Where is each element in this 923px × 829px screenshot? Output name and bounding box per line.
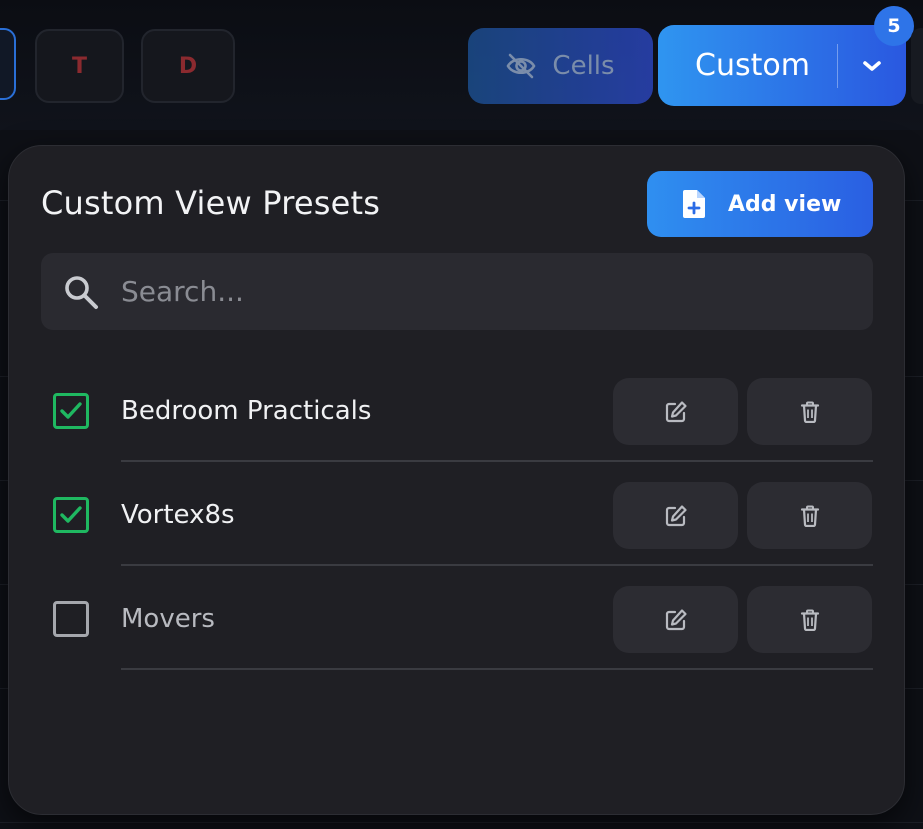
toolbar-d-label: D	[178, 53, 198, 79]
eye-off-icon	[506, 53, 536, 79]
row-divider	[121, 460, 873, 462]
preset-label: Bedroom Practicals	[121, 396, 372, 426]
chevron-down-icon[interactable]	[838, 59, 906, 73]
search-icon	[62, 273, 100, 311]
toolbar-partial-button[interactable]	[0, 28, 16, 100]
edit-preset-button[interactable]	[613, 586, 738, 653]
preset-checkbox[interactable]	[53, 601, 89, 637]
cells-label: Cells	[552, 51, 615, 81]
preset-row: Vortex8s	[9, 475, 906, 579]
check-icon	[60, 506, 82, 523]
custom-label: Custom	[695, 48, 810, 83]
delete-preset-button[interactable]	[747, 482, 872, 549]
edit-icon	[665, 504, 687, 526]
search-box[interactable]	[41, 253, 873, 330]
custom-view-button[interactable]: Custom	[658, 25, 906, 106]
edit-preset-button[interactable]	[613, 482, 738, 549]
preset-checkbox[interactable]	[53, 497, 89, 533]
edit-icon	[665, 400, 687, 422]
edit-icon	[665, 608, 687, 630]
cells-button[interactable]: Cells	[468, 28, 653, 104]
toolbar-d-button[interactable]: D	[141, 29, 235, 103]
add-view-button[interactable]: Add view	[647, 171, 873, 237]
delete-preset-button[interactable]	[747, 586, 872, 653]
toolbar-t-button[interactable]: T	[35, 29, 124, 103]
preset-checkbox[interactable]	[53, 393, 89, 429]
search-input[interactable]	[119, 274, 823, 309]
toolbar-partial-button-right[interactable]	[911, 28, 923, 104]
preset-label: Vortex8s	[121, 500, 235, 530]
delete-preset-button[interactable]	[747, 378, 872, 445]
edit-preset-button[interactable]	[613, 378, 738, 445]
trash-icon	[800, 401, 819, 423]
preset-label: Movers	[121, 604, 215, 634]
panel-title: Custom View Presets	[41, 184, 381, 222]
add-view-label: Add view	[728, 191, 842, 217]
toolbar: T D Cells Custom 5	[0, 0, 923, 130]
custom-view-presets-panel: Custom View Presets Add view Be	[8, 145, 905, 815]
trash-icon	[800, 609, 819, 631]
bg-divider	[0, 822, 923, 823]
row-divider	[121, 668, 873, 670]
preset-row: Bedroom Practicals	[9, 371, 906, 475]
preset-row: Movers	[9, 579, 906, 683]
count-badge: 5	[874, 6, 914, 46]
toolbar-t-label: T	[71, 53, 87, 79]
check-icon	[60, 402, 82, 419]
row-divider	[121, 564, 873, 566]
file-plus-icon	[682, 189, 706, 219]
trash-icon	[800, 505, 819, 527]
